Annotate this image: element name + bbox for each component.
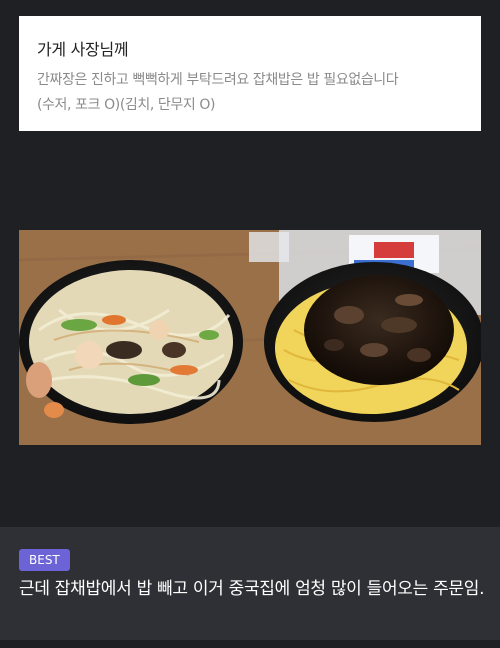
best-comment-text: 근데 잡채밥에서 밥 빼고 이거 중국집에 엄청 많이 들어오는 주문임. [19,579,485,599]
food-photo-image [19,230,481,445]
best-badge: BEST [19,549,70,571]
food-photo [19,230,481,445]
note-title: 가게 사장님께 [37,40,129,59]
order-request-note: 가게 사장님께 간짜장은 진하고 뻑뻑하게 부탁드려요 잡채밥은 밥 필요없습니… [19,16,481,131]
note-line-1: 간짜장은 진하고 뻑뻑하게 부탁드려요 잡채밥은 밥 필요없습니다 [37,72,399,88]
note-body: 간짜장은 진하고 뻑뻑하게 부탁드려요 잡채밥은 밥 필요없습니다 (수저, 포… [37,68,463,118]
note-line-2: (수저, 포크 O)(김치, 단무지 O) [37,97,216,113]
